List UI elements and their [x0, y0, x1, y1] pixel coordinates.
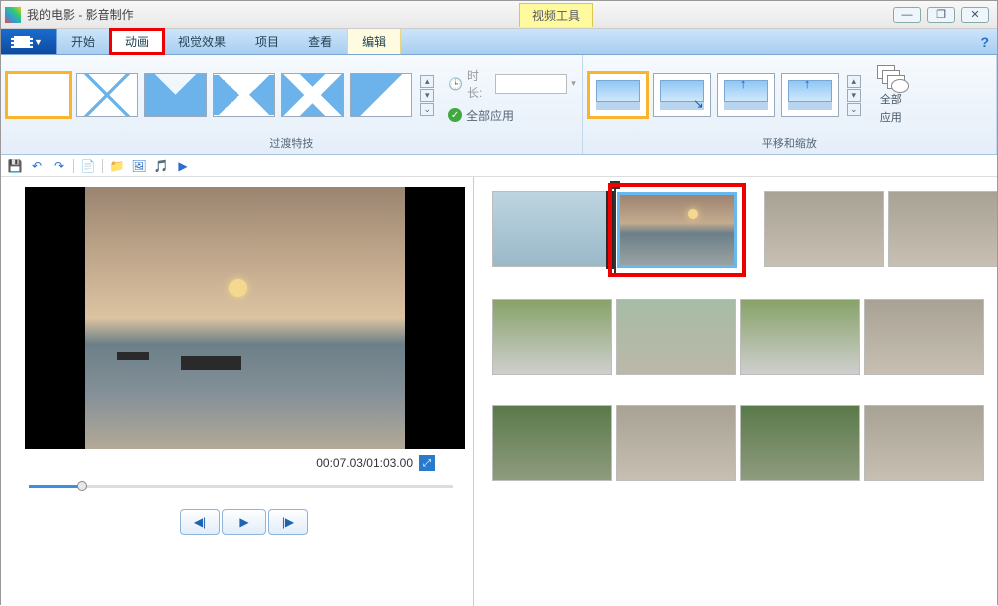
storyboard-pane[interactable]: [474, 177, 997, 606]
apply-transition-all-button[interactable]: ✓ 全部应用: [448, 107, 576, 124]
transition-crossfade[interactable]: [76, 73, 139, 117]
group-transitions: ▴ ▾ ⌄ 🕒 时长: ▾ ✓ 全部应用 过渡特技: [1, 55, 583, 154]
clip-thumbnail[interactable]: [740, 405, 860, 481]
apply-all-label: 全部应用: [466, 107, 514, 124]
panzoom-up-alt[interactable]: ↑: [781, 73, 839, 117]
clip-thumbnail[interactable]: [740, 299, 860, 375]
preview-video[interactable]: [25, 187, 465, 449]
playback-time: 00:07.03/01:03.00: [316, 456, 413, 470]
clip-thumbnail[interactable]: [864, 405, 984, 481]
transition-duration-input[interactable]: [495, 74, 567, 94]
arrow-up-icon: ↑: [740, 76, 747, 91]
chevron-down-icon: ▼: [34, 37, 43, 47]
boat-shape: [181, 356, 241, 370]
separator: [73, 159, 74, 173]
transition-diamond[interactable]: [213, 73, 276, 117]
panzoom-gallery-scroll[interactable]: ▴ ▾ ⌄: [847, 75, 861, 116]
transitions-gallery-scroll[interactable]: ▴ ▾ ⌄: [420, 75, 434, 116]
tab-animations[interactable]: 动画: [110, 29, 164, 54]
gallery-expand-button[interactable]: ⌄: [420, 103, 434, 116]
duration-label: 时长:: [467, 67, 491, 101]
storyboard-row: [492, 405, 989, 481]
apply-panzoom-all-button[interactable]: ✓ 全部 应用: [867, 65, 915, 125]
preview-image: [85, 187, 405, 449]
clip-thumbnail[interactable]: [492, 299, 612, 375]
transition-none[interactable]: [7, 73, 70, 117]
scrubber-thumb[interactable]: [77, 481, 87, 491]
clip-thumbnail[interactable]: [616, 299, 736, 375]
group-panzoom: ↘ ↑ ↑ ▴ ▾ ⌄ ✓ 全部 应用: [583, 55, 997, 154]
prev-frame-button[interactable]: ◀|: [180, 509, 220, 535]
file-menu-button[interactable]: ▼: [1, 29, 57, 54]
undo-button[interactable]: ↶: [29, 158, 45, 174]
window-minimize-button[interactable]: —: [893, 7, 921, 23]
storyboard-row: [492, 299, 989, 375]
apply-all-line2: 应用: [880, 109, 902, 125]
ribbon-body: ▴ ▾ ⌄ 🕒 时长: ▾ ✓ 全部应用 过渡特技: [1, 55, 997, 155]
transition-bowtie-h[interactable]: [144, 73, 207, 117]
sparkle-icon: ↘: [693, 96, 704, 112]
gallery-up-button[interactable]: ▴: [420, 75, 434, 88]
help-button[interactable]: ?: [972, 29, 997, 54]
window-title: 我的电影 - 影音制作: [27, 6, 134, 23]
clip-thumbnail[interactable]: [616, 405, 736, 481]
clip-thumbnail[interactable]: [764, 191, 884, 267]
separator: [102, 159, 103, 173]
contextual-tab-video-tools[interactable]: 视频工具: [519, 3, 593, 27]
playback-scrubber[interactable]: [29, 481, 453, 491]
selected-clip[interactable]: [616, 191, 738, 269]
apply-all-line1: 全部: [880, 91, 902, 107]
clip-thumbnail[interactable]: [492, 191, 612, 267]
storyboard-row: [492, 191, 989, 269]
sun-icon: [229, 279, 247, 297]
gallery-expand-button[interactable]: ⌄: [847, 103, 861, 116]
arrow-up-icon: ↑: [804, 76, 811, 91]
window-close-button[interactable]: ✕: [961, 7, 989, 23]
tab-view[interactable]: 查看: [294, 29, 347, 54]
check-icon: ✓: [891, 79, 909, 93]
transition-diagonal[interactable]: [350, 73, 413, 117]
clock-icon: 🕒: [448, 77, 463, 91]
gallery-up-button[interactable]: ▴: [847, 75, 861, 88]
group-transitions-label: 过渡特技: [1, 135, 582, 154]
main-area: 00:07.03/01:03.00 ⤢ ◀| ▶ |▶: [1, 177, 997, 606]
check-icon: ✓: [448, 108, 462, 122]
redo-button[interactable]: ↷: [51, 158, 67, 174]
panzoom-none[interactable]: [589, 73, 647, 117]
clip-thumbnail[interactable]: [617, 192, 737, 268]
ribbon-tab-strip: ▼ 开始 动画 视觉效果 项目 查看 编辑 ?: [1, 29, 997, 55]
gallery-down-button[interactable]: ▾: [847, 89, 861, 102]
save-button[interactable]: 💾: [7, 158, 23, 174]
app-icon: [5, 7, 21, 23]
playhead[interactable]: [614, 185, 616, 275]
clip-thumbnail[interactable]: [888, 191, 997, 267]
new-project-button[interactable]: 📄: [80, 158, 96, 174]
transition-bowtie-v[interactable]: [281, 73, 344, 117]
group-panzoom-label: 平移和缩放: [583, 135, 996, 154]
quick-access-toolbar: 💾 ↶ ↷ 📄 📁 🖼 🎵 ▶: [1, 155, 997, 177]
title-bar: 我的电影 - 影音制作 视频工具 — ❐ ✕: [1, 1, 997, 29]
tab-project[interactable]: 项目: [241, 29, 294, 54]
duration-spinner[interactable]: ▾: [571, 78, 576, 89]
preview-pane: 00:07.03/01:03.00 ⤢ ◀| ▶ |▶: [1, 177, 473, 606]
panzoom-auto[interactable]: ↘: [653, 73, 711, 117]
boat-shape: [117, 352, 149, 360]
tab-home[interactable]: 开始: [57, 29, 110, 54]
tab-visual-effects[interactable]: 视觉效果: [164, 29, 241, 54]
clip-thumbnail[interactable]: [864, 299, 984, 375]
add-music-button[interactable]: 🎵: [153, 158, 169, 174]
play-quick-button[interactable]: ▶: [175, 158, 191, 174]
gallery-down-button[interactable]: ▾: [420, 89, 434, 102]
clip-thumbnail[interactable]: [492, 405, 612, 481]
panzoom-up[interactable]: ↑: [717, 73, 775, 117]
add-folder-button[interactable]: 📁: [109, 158, 125, 174]
stack-icon: ✓: [877, 65, 905, 89]
next-frame-button[interactable]: |▶: [268, 509, 308, 535]
fullscreen-button[interactable]: ⤢: [419, 455, 435, 471]
add-image-button[interactable]: 🖼: [131, 158, 147, 174]
play-button[interactable]: ▶: [222, 509, 266, 535]
window-maximize-button[interactable]: ❐: [927, 7, 955, 23]
tab-edit[interactable]: 编辑: [347, 29, 401, 54]
film-icon: [14, 36, 30, 48]
